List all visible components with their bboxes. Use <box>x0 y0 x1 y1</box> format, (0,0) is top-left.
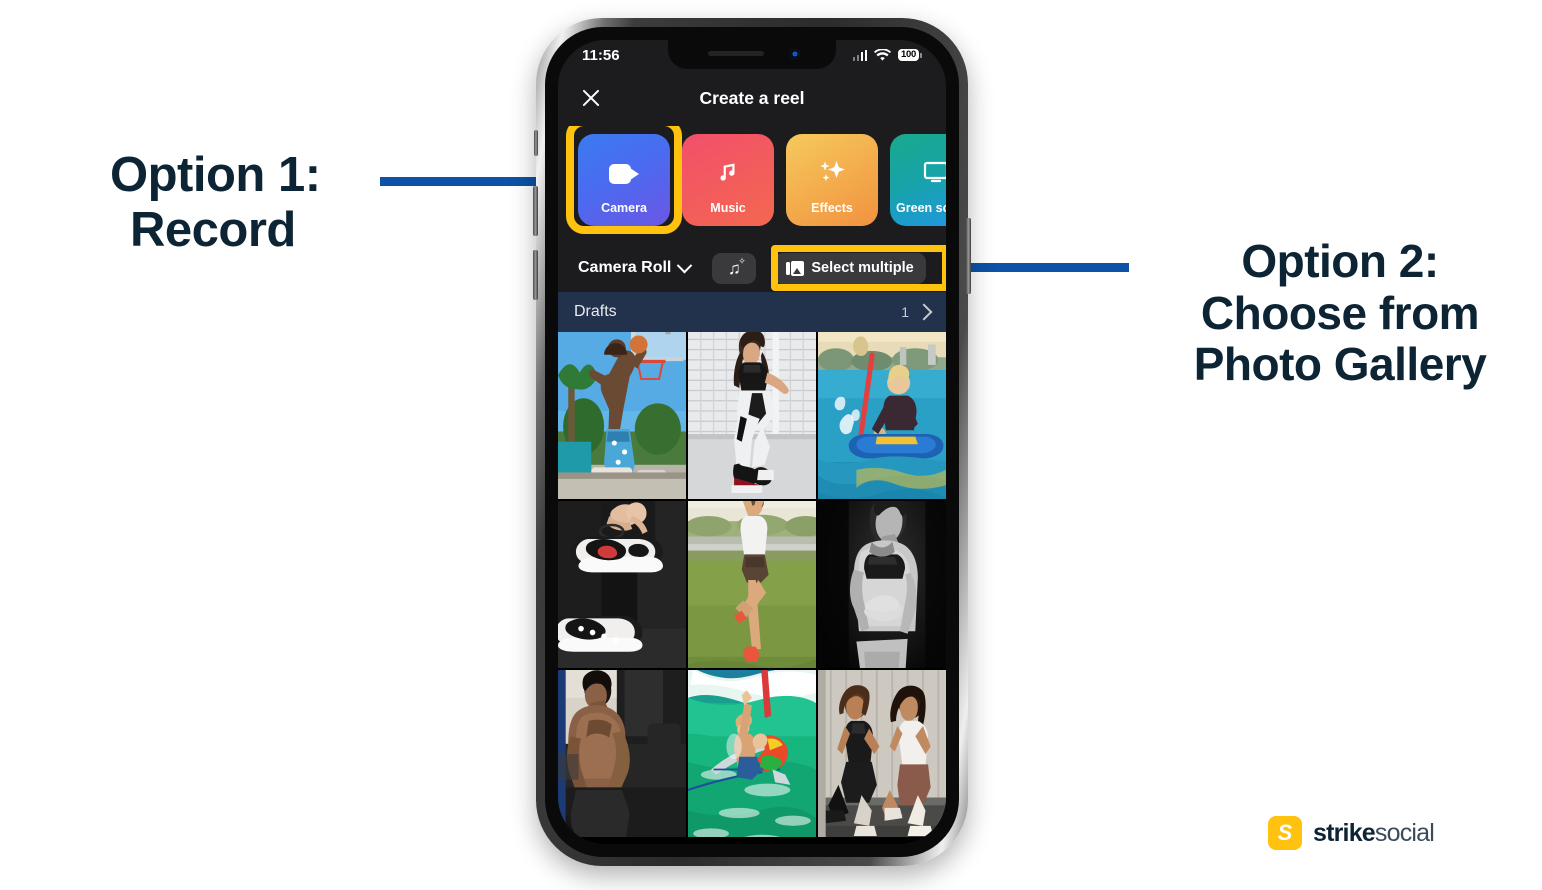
sneakers-on-pavement-photo[interactable] <box>558 501 686 668</box>
tile-effects[interactable]: Effects <box>786 134 878 226</box>
annotation-option-2-line-2: Choose from <box>1200 286 1480 339</box>
page-title: Create a reel <box>699 87 805 108</box>
select-multiple-label: Select multiple <box>811 260 914 276</box>
drafts-meta: 1 <box>901 303 933 321</box>
kayaker-paddling-photo[interactable] <box>818 332 946 499</box>
battery-level: 100 <box>898 48 919 62</box>
tile-music-label: Music <box>710 201 746 215</box>
music-note-icon <box>715 159 741 190</box>
tile-music[interactable]: Music <box>682 134 774 226</box>
brand-logo: S strikesocial <box>1268 816 1435 850</box>
phone-bezel: 11:56 100 Create a reel Camera Music Eff… <box>545 27 959 857</box>
man-gym-workout-photo[interactable] <box>558 670 686 837</box>
yoga-tree-pose-photo[interactable] <box>688 501 816 668</box>
green-screen-icon <box>923 161 946 188</box>
volume-down-button[interactable] <box>533 250 538 300</box>
video-camera-icon <box>609 164 639 184</box>
brand-name-light: social <box>1374 818 1435 847</box>
annotation-option-2-line-3: Photo Gallery <box>1193 338 1487 391</box>
brand-name: strikesocial <box>1313 818 1435 847</box>
add-audio-button[interactable]: ♫ ✧ <box>712 252 757 284</box>
annotation-option-2: Option 2: Choose from Photo Gallery <box>1150 235 1530 391</box>
power-button[interactable] <box>966 218 971 294</box>
close-icon[interactable] <box>580 87 602 109</box>
chevron-right-icon <box>915 303 933 321</box>
status-time: 11:56 <box>582 46 620 64</box>
tile-camera[interactable]: Camera <box>578 134 670 226</box>
picker-toolbar: Camera Roll ♫ ✧ Select multiple <box>558 244 946 292</box>
drafts-label: Drafts <box>574 303 617 320</box>
annotation-option-1-line-1: Option 1: <box>110 148 321 202</box>
chevron-down-icon <box>677 257 693 273</box>
silence-switch[interactable] <box>534 130 538 156</box>
photo-stack-icon <box>786 260 805 276</box>
drafts-row[interactable]: Drafts 1 <box>558 292 946 332</box>
create-options-row: Camera Music Effects Green s <box>558 118 946 244</box>
logo-mark-letter: S <box>1277 820 1293 845</box>
annotation-option-1-line-2: Record <box>130 202 296 257</box>
wifi-icon <box>874 48 892 61</box>
photo-grid <box>558 332 946 844</box>
volume-up-button[interactable] <box>533 186 538 236</box>
earpiece-speaker <box>708 51 764 56</box>
create-options-list: Camera Music Effects Green s <box>578 134 946 226</box>
music-note-sparkle-icon: ♫ ✧ <box>728 255 746 278</box>
notch <box>668 40 836 69</box>
front-camera-icon <box>790 49 800 59</box>
select-multiple-button[interactable]: Select multiple <box>774 252 926 284</box>
two-women-sitting-wall-photo[interactable] <box>818 670 946 837</box>
drafts-count: 1 <box>901 304 909 320</box>
tile-green-screen-label: Green screen <box>896 201 946 215</box>
tile-green-screen[interactable]: Green screen <box>890 134 946 226</box>
woman-crouching-gym-photo[interactable] <box>688 332 816 499</box>
album-selector[interactable]: Camera Roll <box>578 257 693 277</box>
phone-mockup: 11:56 100 Create a reel Camera Music Eff… <box>533 18 971 866</box>
brand-name-bold: strike <box>1313 818 1376 847</box>
cellular-bars-icon <box>852 49 868 61</box>
battery-tip <box>920 52 922 58</box>
annotation-option-2-line-1: Option 2: <box>1241 235 1439 287</box>
phone-screen: 11:56 100 Create a reel Camera Music Eff… <box>558 40 946 844</box>
poster-canvas: Option 1: Record Option 2: Choose from P… <box>0 0 1542 890</box>
battery-icon: 100 <box>898 48 922 62</box>
status-indicators: 100 <box>852 48 922 62</box>
tile-effects-label: Effects <box>811 201 853 215</box>
bw-fitness-portrait-photo[interactable] <box>818 501 946 668</box>
app-header: Create a reel <box>558 70 946 126</box>
tile-camera-label: Camera <box>601 201 647 215</box>
sparkles-icon <box>818 159 846 190</box>
basketball-dunk-photo[interactable] <box>558 332 686 499</box>
album-selector-label: Camera Roll <box>578 259 672 276</box>
surfer-on-wave-photo[interactable] <box>688 670 816 837</box>
strike-social-mark-icon: S <box>1268 816 1302 850</box>
annotation-option-1: Option 1: Record <box>110 148 410 258</box>
